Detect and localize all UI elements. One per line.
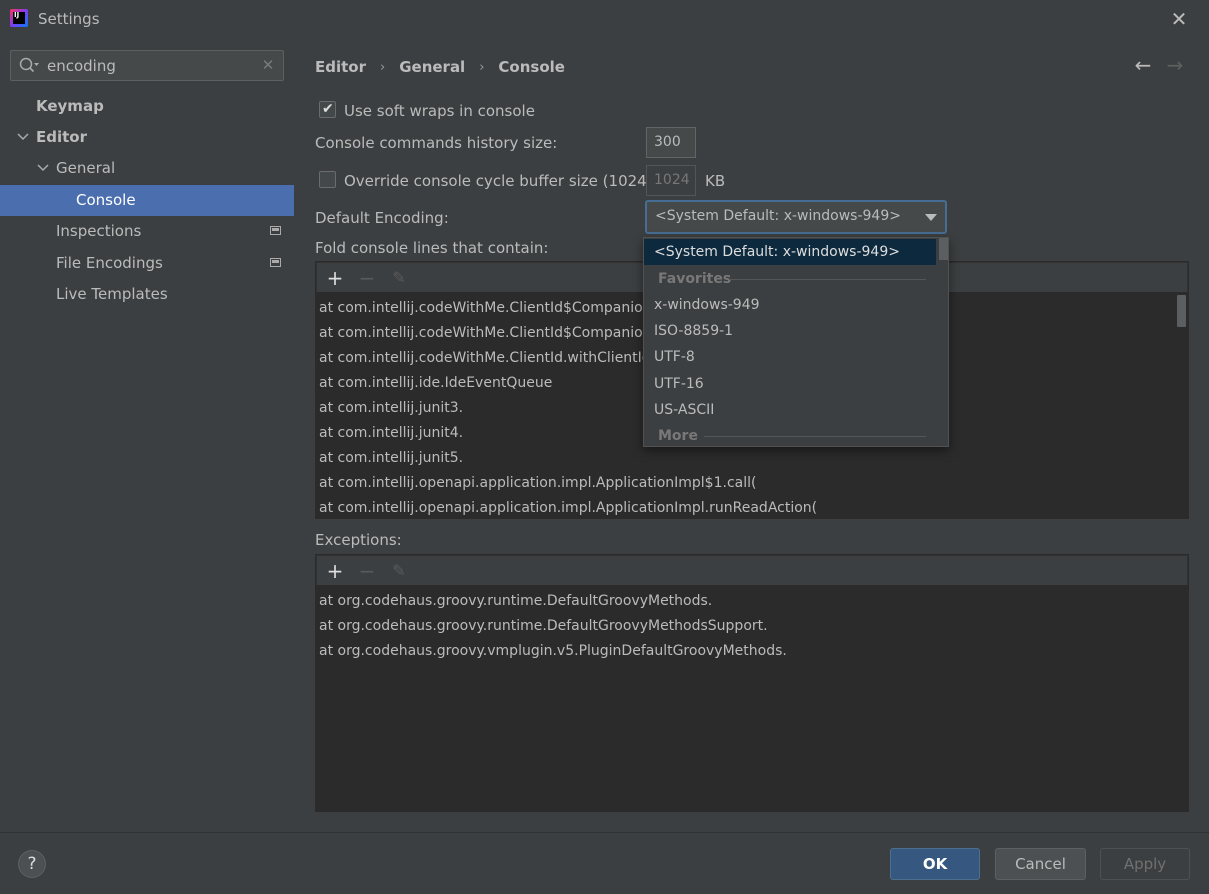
list-item[interactable]: at com.intellij.ide.IdeEventQueue [319, 371, 552, 396]
encoding-dropdown-popup: <System Default: x-windows-949> Favorite… [643, 237, 949, 447]
dropdown-option[interactable]: x-windows-949 [644, 292, 936, 318]
search-box[interactable]: ✕ [10, 50, 284, 81]
scrollbar-thumb[interactable] [1177, 295, 1186, 327]
fold-lines-label: Fold console lines that contain: [315, 239, 549, 257]
sidebar-item-keymap[interactable]: Keymap [0, 91, 294, 122]
sidebar-item-file-encodings[interactable]: File Encodings [0, 248, 294, 279]
history-size-field[interactable]: 300 [646, 127, 696, 158]
cancel-button[interactable]: Cancel [995, 848, 1086, 880]
forward-arrow-icon[interactable]: → [1163, 54, 1187, 76]
list-item[interactable]: at com.intellij.codeWithMe.ClientId.with… [319, 346, 651, 371]
override-buffer-checkbox[interactable] [319, 171, 336, 188]
list-item[interactable]: at org.codehaus.groovy.runtime.DefaultGr… [319, 614, 768, 639]
scrollbar-thumb[interactable] [939, 238, 948, 260]
sidebar-item-label: File Encodings [56, 254, 163, 272]
more-divider [704, 436, 926, 437]
exceptions-toolbar: + − ✎ [316, 555, 1188, 586]
checkmark-icon: ✔ [322, 101, 334, 117]
combobox-value: <System Default: x-windows-949> [655, 208, 901, 224]
sidebar-item-label: Inspections [56, 222, 142, 240]
sidebar-item-console[interactable]: Console [0, 185, 294, 216]
window-title: Settings [38, 10, 100, 28]
dialog-footer: ? OK Cancel Apply [0, 832, 1209, 894]
dropdown-option-system-default[interactable]: <System Default: x-windows-949> [644, 239, 936, 265]
chevron-down-icon[interactable] [16, 122, 30, 153]
intellij-logo-icon: IJ [10, 9, 28, 27]
favorites-divider [729, 279, 926, 280]
list-item[interactable]: at com.intellij.junit4. [319, 421, 463, 446]
sidebar-item-editor[interactable]: Editor [0, 122, 294, 153]
breadcrumb-console: Console [498, 58, 565, 76]
close-icon[interactable]: ✕ [1168, 6, 1190, 32]
buffer-size-field[interactable]: 1024 [646, 165, 696, 196]
help-icon[interactable]: ? [18, 850, 46, 878]
exceptions-label: Exceptions: [315, 531, 402, 549]
sidebar-item-general[interactable]: General [0, 153, 294, 184]
sidebar-item-label: General [56, 159, 116, 177]
default-encoding-label: Default Encoding: [315, 209, 449, 227]
list-item[interactable]: at com.intellij.codeWithMe.ClientId$Comp… [319, 296, 652, 321]
soft-wraps-checkbox[interactable]: ✔ [319, 101, 336, 118]
title-bar: IJ Settings ✕ [0, 0, 1209, 40]
buffer-size-unit: KB [705, 172, 726, 190]
breadcrumb-separator: › [380, 59, 386, 75]
history-size-label: Console commands history size: [315, 134, 558, 152]
exceptions-panel: + − ✎ at org.codehaus.groovy.runtime.Def… [315, 554, 1189, 812]
settings-sidebar: ✕ Keymap Editor General Console Inspecti… [0, 40, 294, 832]
chevron-down-icon[interactable] [36, 153, 50, 184]
default-encoding-combobox[interactable]: <System Default: x-windows-949> [645, 200, 947, 234]
back-arrow-icon[interactable]: ← [1131, 54, 1155, 76]
sidebar-item-label: Editor [36, 128, 87, 146]
clear-search-icon[interactable]: ✕ [259, 55, 277, 75]
list-item[interactable]: at com.intellij.codeWithMe.ClientId$Comp… [319, 321, 652, 346]
edit-icon[interactable]: ✎ [387, 559, 411, 583]
list-item[interactable]: at org.codehaus.groovy.vmplugin.v5.Plugi… [319, 639, 787, 664]
exceptions-list[interactable]: at org.codehaus.groovy.runtime.DefaultGr… [316, 586, 1188, 811]
ok-button[interactable]: OK [890, 848, 980, 880]
soft-wraps-label[interactable]: Use soft wraps in console [344, 102, 535, 120]
dropdown-option[interactable]: ISO-8859-1 [644, 318, 936, 344]
sidebar-item-label: Console [76, 191, 136, 209]
sidebar-item-label: Live Templates [56, 285, 168, 303]
favorites-header: Favorites [658, 271, 732, 287]
project-scope-icon [270, 258, 281, 267]
remove-icon[interactable]: − [355, 266, 379, 290]
more-header: More [658, 428, 698, 444]
apply-button[interactable]: Apply [1100, 848, 1190, 880]
add-icon[interactable]: + [323, 266, 347, 290]
sidebar-item-live-templates[interactable]: Live Templates [0, 279, 294, 310]
dropdown-option[interactable]: UTF-16 [644, 371, 936, 397]
search-input[interactable] [47, 56, 257, 76]
search-icon[interactable] [18, 56, 40, 76]
list-item[interactable]: at com.intellij.junit3. [319, 396, 463, 421]
list-item[interactable]: at com.intellij.junit5. [319, 446, 463, 471]
breadcrumb-editor[interactable]: Editor [315, 58, 366, 76]
project-scope-icon [270, 226, 281, 235]
add-icon[interactable]: + [323, 559, 347, 583]
sidebar-item-inspections[interactable]: Inspections [0, 216, 294, 247]
dropdown-option[interactable]: UTF-8 [644, 344, 936, 370]
breadcrumb-general[interactable]: General [399, 58, 465, 76]
breadcrumb-separator: › [479, 59, 485, 75]
list-item[interactable]: at com.intellij.openapi.application.impl… [319, 496, 817, 521]
override-buffer-label[interactable]: Override console cycle buffer size (1024… [344, 172, 677, 190]
list-item[interactable]: at org.codehaus.groovy.runtime.DefaultGr… [319, 589, 712, 614]
list-item[interactable]: at com.intellij.openapi.application.impl… [319, 471, 756, 496]
remove-icon[interactable]: − [355, 559, 379, 583]
sidebar-item-label: Keymap [36, 97, 104, 115]
edit-icon[interactable]: ✎ [387, 266, 411, 290]
dropdown-arrow-icon[interactable] [925, 214, 937, 221]
breadcrumb: Editor › General › Console [315, 57, 565, 77]
dropdown-option[interactable]: US-ASCII [644, 397, 936, 423]
